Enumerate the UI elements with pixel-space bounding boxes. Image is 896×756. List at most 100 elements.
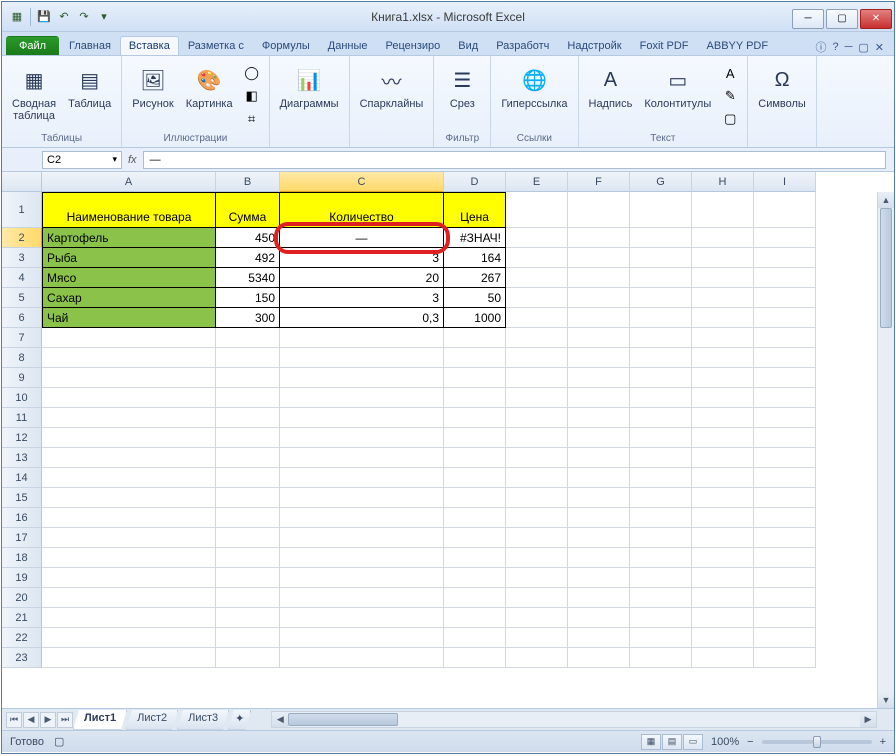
cell-I21[interactable] bbox=[754, 608, 816, 628]
cell-B18[interactable] bbox=[216, 548, 280, 568]
cell-E19[interactable] bbox=[506, 568, 568, 588]
symbols-button[interactable]: ΩСимволы bbox=[754, 62, 810, 112]
minimize-button[interactable]: ─ bbox=[792, 9, 824, 29]
cell-B21[interactable] bbox=[216, 608, 280, 628]
cell-E17[interactable] bbox=[506, 528, 568, 548]
cell-I12[interactable] bbox=[754, 428, 816, 448]
cell-G2[interactable] bbox=[630, 228, 692, 248]
cell-F22[interactable] bbox=[568, 628, 630, 648]
name-box[interactable]: C2 ▾ bbox=[42, 151, 122, 169]
sheet-tab[interactable]: Лист2 bbox=[126, 710, 178, 730]
cell-A3[interactable]: Рыба bbox=[42, 248, 216, 268]
clipart-button[interactable]: 🎨Картинка bbox=[182, 62, 237, 112]
cell-H11[interactable] bbox=[692, 408, 754, 428]
cell-D12[interactable] bbox=[444, 428, 506, 448]
ribbon-tab[interactable]: Foxit PDF bbox=[631, 36, 698, 55]
cell-A12[interactable] bbox=[42, 428, 216, 448]
cell-I9[interactable] bbox=[754, 368, 816, 388]
zoom-in-button[interactable]: + bbox=[880, 736, 886, 748]
cell-I11[interactable] bbox=[754, 408, 816, 428]
select-all-corner[interactable] bbox=[2, 172, 42, 192]
cell-C5[interactable]: 3 bbox=[280, 288, 444, 308]
cell-F6[interactable] bbox=[568, 308, 630, 328]
cell-B8[interactable] bbox=[216, 348, 280, 368]
cell-B17[interactable] bbox=[216, 528, 280, 548]
cell-C3[interactable]: 3 bbox=[280, 248, 444, 268]
maximize-button[interactable]: ▢ bbox=[826, 9, 858, 29]
cell-B23[interactable] bbox=[216, 648, 280, 668]
cell-G8[interactable] bbox=[630, 348, 692, 368]
row-header[interactable]: 23 bbox=[2, 648, 42, 668]
cell-I13[interactable] bbox=[754, 448, 816, 468]
save-icon[interactable]: 💾 bbox=[35, 8, 53, 26]
doc-restore-icon[interactable]: ▢ bbox=[858, 41, 868, 54]
cell-F23[interactable] bbox=[568, 648, 630, 668]
tab-nav-last[interactable]: ⏭ bbox=[57, 712, 73, 728]
fx-icon[interactable]: fx bbox=[128, 154, 137, 166]
cell-D2[interactable]: #ЗНАЧ! bbox=[444, 228, 506, 248]
qat-more-icon[interactable]: ▾ bbox=[95, 8, 113, 26]
cell-B9[interactable] bbox=[216, 368, 280, 388]
cell-C6[interactable]: 0,3 bbox=[280, 308, 444, 328]
row-header[interactable]: 4 bbox=[2, 268, 42, 288]
zoom-out-button[interactable]: − bbox=[747, 736, 753, 748]
cell-F9[interactable] bbox=[568, 368, 630, 388]
formula-bar[interactable]: — bbox=[143, 151, 886, 169]
row-header[interactable]: 21 bbox=[2, 608, 42, 628]
cell-E16[interactable] bbox=[506, 508, 568, 528]
cell-D20[interactable] bbox=[444, 588, 506, 608]
cell-C9[interactable] bbox=[280, 368, 444, 388]
cell-B11[interactable] bbox=[216, 408, 280, 428]
row-header[interactable]: 15 bbox=[2, 488, 42, 508]
cell-B12[interactable] bbox=[216, 428, 280, 448]
cell-H1[interactable] bbox=[692, 192, 754, 228]
cell-E20[interactable] bbox=[506, 588, 568, 608]
cell-D15[interactable] bbox=[444, 488, 506, 508]
cell-D13[interactable] bbox=[444, 448, 506, 468]
scroll-right-arrow[interactable]: ▶ bbox=[860, 712, 876, 727]
cell-D1[interactable]: Цена bbox=[444, 192, 506, 228]
cell-A13[interactable] bbox=[42, 448, 216, 468]
headerfooter-button[interactable]: ▭Колонтитулы bbox=[640, 62, 715, 112]
cell-A9[interactable] bbox=[42, 368, 216, 388]
cell-G19[interactable] bbox=[630, 568, 692, 588]
cell-G6[interactable] bbox=[630, 308, 692, 328]
doc-min-icon[interactable]: ─ bbox=[845, 41, 853, 53]
sheet-tab-active[interactable]: Лист1 bbox=[73, 710, 127, 730]
cell-F17[interactable] bbox=[568, 528, 630, 548]
cell-I23[interactable] bbox=[754, 648, 816, 668]
cell-I2[interactable] bbox=[754, 228, 816, 248]
cell-C12[interactable] bbox=[280, 428, 444, 448]
cell-H2[interactable] bbox=[692, 228, 754, 248]
close-button[interactable]: ✕ bbox=[860, 9, 892, 29]
cell-G5[interactable] bbox=[630, 288, 692, 308]
ribbon-tab[interactable]: Надстройк bbox=[558, 36, 630, 55]
ribbon-tab[interactable]: Разработч bbox=[487, 36, 558, 55]
cell-E10[interactable] bbox=[506, 388, 568, 408]
cell-D11[interactable] bbox=[444, 408, 506, 428]
cell-F11[interactable] bbox=[568, 408, 630, 428]
scroll-left-arrow[interactable]: ◀ bbox=[272, 712, 288, 727]
cell-D18[interactable] bbox=[444, 548, 506, 568]
cell-B10[interactable] bbox=[216, 388, 280, 408]
row-header[interactable]: 12 bbox=[2, 428, 42, 448]
ribbon-tab[interactable]: Формулы bbox=[253, 36, 319, 55]
cell-I17[interactable] bbox=[754, 528, 816, 548]
textbox-button[interactable]: AНадпись bbox=[585, 62, 637, 112]
cell-B4[interactable]: 5340 bbox=[216, 268, 280, 288]
cell-G10[interactable] bbox=[630, 388, 692, 408]
cell-E8[interactable] bbox=[506, 348, 568, 368]
cell-G3[interactable] bbox=[630, 248, 692, 268]
cell-E11[interactable] bbox=[506, 408, 568, 428]
cell-C1[interactable]: Количество bbox=[280, 192, 444, 228]
row-header[interactable]: 22 bbox=[2, 628, 42, 648]
cell-H5[interactable] bbox=[692, 288, 754, 308]
zoom-level[interactable]: 100% bbox=[711, 736, 739, 748]
horizontal-scrollbar[interactable]: ◀ ▶ bbox=[271, 711, 877, 728]
cell-C8[interactable] bbox=[280, 348, 444, 368]
row-header[interactable]: 2 bbox=[2, 228, 42, 248]
cell-B14[interactable] bbox=[216, 468, 280, 488]
horizontal-scroll-thumb[interactable] bbox=[288, 713, 398, 726]
new-sheet-tab[interactable]: ✦ bbox=[228, 710, 251, 730]
cell-A22[interactable] bbox=[42, 628, 216, 648]
